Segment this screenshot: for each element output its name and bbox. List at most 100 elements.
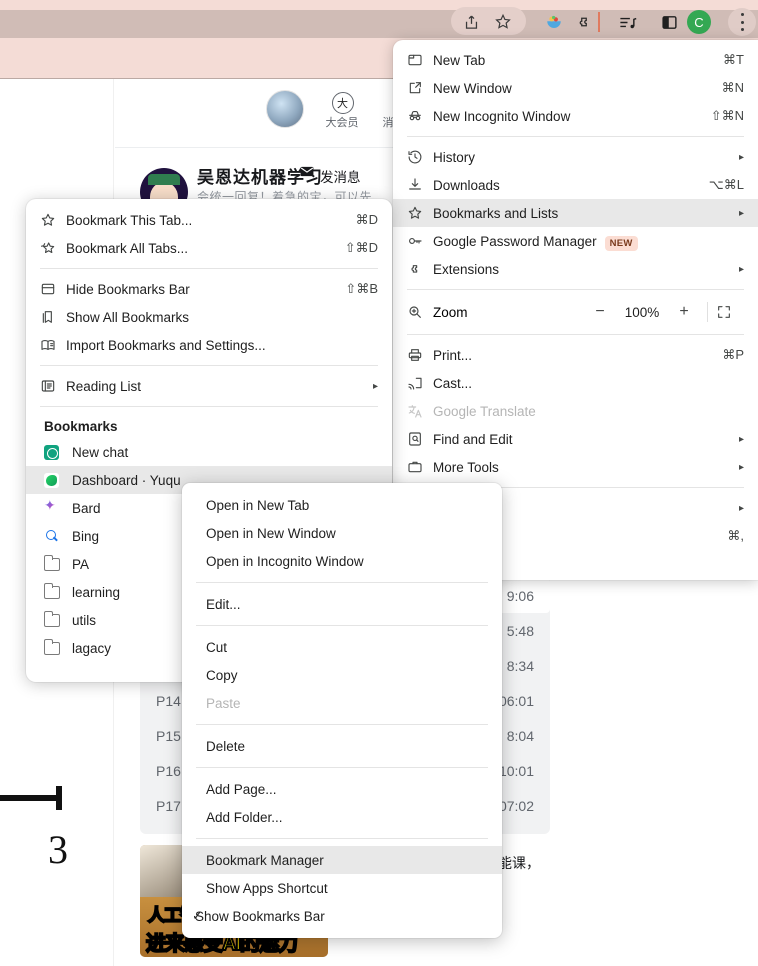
menu-item-new-tab[interactable]: New Tab ⌘T: [393, 46, 758, 74]
episode-duration: 8:04: [506, 727, 534, 744]
bookmark-star-icon[interactable]: [491, 10, 515, 34]
context-menu-item-label: Copy: [206, 667, 238, 683]
context-menu-item-copy[interactable]: Copy: [182, 661, 502, 689]
menu-item-show-all-bookmarks[interactable]: Show All Bookmarks: [26, 303, 392, 331]
menu-item-label: Google Translate: [433, 403, 536, 419]
context-menu-separator: [196, 767, 488, 768]
episode-duration: 06:01: [498, 692, 534, 709]
star-multi-icon: [40, 240, 66, 256]
media-playlist-icon[interactable]: [615, 10, 639, 34]
bookmark-context-menu[interactable]: Open in New Tab Open in New Window Open in…: [182, 483, 502, 938]
bookmark-item-label: New chat: [72, 444, 129, 460]
extensions-puzzle-icon[interactable]: [572, 10, 596, 34]
menu-item-bookmarks-and-lists[interactable]: Bookmarks and Lists ▸: [393, 199, 758, 227]
submenu-arrow-icon: ▸: [738, 502, 744, 514]
episode-duration: 5:48: [506, 622, 534, 639]
menu-item-new-window[interactable]: New Window ⌘N: [393, 74, 758, 102]
zoom-in-button[interactable]: +: [669, 303, 699, 321]
menu-item-import-bookmarks-and-settings[interactable]: Import Bookmarks and Settings...: [26, 331, 392, 359]
context-menu-item-show-apps-shortcut[interactable]: Show Apps Shortcut: [182, 874, 502, 902]
menu-item-more-tools[interactable]: More Tools ▸: [393, 453, 758, 481]
new-window-icon: [407, 80, 433, 96]
menu-item-label: New Window: [433, 80, 512, 96]
episode-label: P16: [156, 762, 181, 779]
translate-icon: [407, 403, 433, 419]
context-menu-item-add-page[interactable]: Add Page...: [182, 775, 502, 803]
browser-tabstrip-band: [0, 10, 758, 38]
context-menu-separator: [196, 838, 488, 839]
user-avatar-image[interactable]: [266, 90, 304, 128]
menu-item-label: History: [433, 149, 476, 165]
episode-duration: 07:02: [498, 797, 534, 814]
menu-item-label: New Tab: [433, 52, 486, 68]
salad-extension-icon[interactable]: [542, 10, 566, 34]
menu-item-new-incognito-window[interactable]: New Incognito Window ⇧⌘N: [393, 102, 758, 130]
context-menu-item-label: Delete: [206, 738, 246, 754]
episode-duration: 9:06: [506, 587, 534, 604]
submenu-arrow-icon: ▸: [738, 461, 744, 473]
menu-item-extensions[interactable]: Extensions ▸: [393, 255, 758, 283]
menu-item-bookmark-this-tab[interactable]: Bookmark This Tab... ⌘D: [26, 206, 392, 234]
menu-item-cast[interactable]: Cast...: [393, 369, 758, 397]
zoom-value: 100%: [624, 304, 660, 320]
episode-label: P17: [156, 797, 181, 814]
context-menu-item-open-in-new-tab[interactable]: Open in New Tab: [182, 491, 502, 519]
zoom-label: Zoom: [433, 304, 468, 320]
bookmark-item-label: learning: [72, 584, 121, 600]
context-menu-item-label: Show Apps Shortcut: [206, 880, 328, 896]
context-menu-separator: [196, 582, 488, 583]
menu-item-label: Find and Edit: [433, 431, 513, 447]
cast-icon: [407, 375, 433, 391]
menu-item-downloads[interactable]: Downloads ⌥⌘L: [393, 171, 758, 199]
bookmark-item-label: lagacy: [72, 640, 112, 656]
browser-chrome-band-top: [0, 0, 758, 10]
menu-item-label: Print...: [433, 347, 473, 363]
bookmark-item-new-chat[interactable]: New chat: [26, 438, 392, 466]
bookmark-item-label: utils: [72, 612, 97, 628]
menu-item-shortcut: ⌘D: [355, 212, 378, 227]
profile-avatar[interactable]: C: [687, 10, 711, 34]
incognito-icon: [407, 108, 433, 124]
find-icon: [407, 431, 433, 447]
context-menu-item-open-in-incognito-window[interactable]: Open in Incognito Window: [182, 547, 502, 575]
menu-item-shortcut: ⇧⌘D: [344, 240, 378, 255]
bookmarks-bar-icon: [40, 281, 66, 297]
context-menu-item-open-in-new-window[interactable]: Open in New Window: [182, 519, 502, 547]
context-menu-item-add-folder[interactable]: Add Folder...: [182, 803, 502, 831]
menu-item-hide-bookmarks-bar[interactable]: Hide Bookmarks Bar ⇧⌘B: [26, 275, 392, 303]
context-menu-item-paste: Paste: [182, 689, 502, 717]
context-menu-item-label: Edit...: [206, 596, 241, 612]
episode-duration: 8:34: [506, 657, 534, 674]
context-menu-item-show-bookmarks-bar[interactable]: ✓ Show Bookmarks Bar: [182, 902, 502, 930]
chrome-menu-button[interactable]: [740, 13, 744, 31]
folder-favicon: [43, 554, 72, 571]
decorative-bar-shape: [0, 795, 62, 801]
context-menu-item-label: Show Bookmarks Bar: [195, 908, 325, 924]
menu-item-google-translate: Google Translate: [393, 397, 758, 425]
context-menu-item-edit[interactable]: Edit...: [182, 590, 502, 618]
menu-item-print[interactable]: Print... ⌘P: [393, 341, 758, 369]
context-menu-item-bookmark-manager[interactable]: Bookmark Manager: [182, 846, 502, 874]
vip-button[interactable]: 大: [326, 90, 359, 116]
context-menu-separator: [196, 724, 488, 725]
context-menu-item-label: Open in New Window: [206, 525, 336, 541]
chatgpt-favicon: [44, 444, 72, 460]
menu-item-find-and-edit[interactable]: Find and Edit ▸: [393, 425, 758, 453]
zoom-out-button[interactable]: −: [585, 303, 615, 321]
context-menu-item-cut[interactable]: Cut: [182, 633, 502, 661]
menu-separator: [40, 406, 378, 407]
send-message-link[interactable]: 发消息: [320, 166, 361, 186]
fullscreen-button[interactable]: [716, 304, 744, 320]
episode-duration: 10:01: [498, 762, 534, 779]
menu-item-label: New Incognito Window: [433, 108, 571, 124]
share-icon[interactable]: [459, 10, 483, 34]
bookmark-item-label: Bard: [72, 500, 101, 516]
menu-item-google-password-manager[interactable]: Google Password Manager NEW: [393, 227, 758, 255]
episode-label: P14: [156, 692, 181, 709]
menu-item-label: Google Password Manager NEW: [433, 234, 744, 251]
menu-item-history[interactable]: History ▸: [393, 143, 758, 171]
menu-item-reading-list[interactable]: Reading List ▸: [26, 372, 392, 400]
side-panel-icon[interactable]: [657, 10, 681, 34]
context-menu-item-delete[interactable]: Delete: [182, 732, 502, 760]
menu-item-bookmark-all-tabs[interactable]: Bookmark All Tabs... ⇧⌘D: [26, 234, 392, 262]
